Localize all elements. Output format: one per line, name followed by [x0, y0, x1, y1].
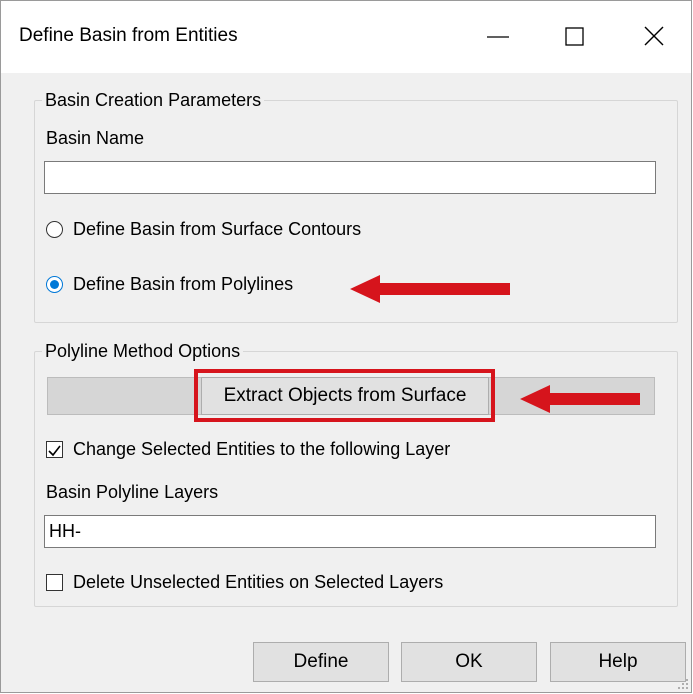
- window-title: Define Basin from Entities: [19, 25, 238, 46]
- title-bar: Define Basin from Entities: [1, 1, 691, 73]
- resize-grip-icon[interactable]: [677, 678, 689, 690]
- define-button[interactable]: Define: [253, 642, 389, 682]
- annotation-arrow-icon: [520, 385, 640, 413]
- maximize-icon: [565, 27, 584, 46]
- basin-name-label: Basin Name: [46, 128, 145, 148]
- ok-button[interactable]: OK: [401, 642, 537, 682]
- annotation-highlight-box: [194, 369, 495, 422]
- polyline-options-legend: Polyline Method Options: [45, 341, 241, 361]
- basin-polyline-layers-label: Basin Polyline Layers: [46, 482, 219, 502]
- change-layer-checkbox[interactable]: [46, 441, 63, 458]
- help-button[interactable]: Help: [550, 642, 686, 682]
- basin-creation-legend: Basin Creation Parameters: [45, 90, 262, 110]
- maximize-button[interactable]: [549, 16, 599, 58]
- delete-unselected-checkbox[interactable]: [46, 574, 63, 591]
- close-icon: [644, 26, 664, 46]
- delete-unselected-label[interactable]: Delete Unselected Entities on Selected L…: [73, 572, 443, 593]
- radio-surface-contours[interactable]: [46, 221, 63, 238]
- basin-name-input[interactable]: [44, 161, 656, 194]
- close-button[interactable]: [629, 16, 679, 58]
- basin-polyline-layers-input[interactable]: [44, 515, 656, 548]
- radio-surface-contours-label[interactable]: Define Basin from Surface Contours: [73, 219, 361, 240]
- annotation-arrow-icon: [350, 275, 510, 303]
- minimize-icon: [487, 36, 509, 38]
- dialog-window: Define Basin from Entities Basin Creatio…: [0, 0, 692, 693]
- radio-polylines-label[interactable]: Define Basin from Polylines: [73, 274, 293, 295]
- checkmark-icon: [48, 445, 61, 457]
- minimize-button[interactable]: [473, 16, 523, 58]
- radio-polylines[interactable]: [46, 276, 63, 293]
- change-layer-label[interactable]: Change Selected Entities to the followin…: [73, 439, 450, 460]
